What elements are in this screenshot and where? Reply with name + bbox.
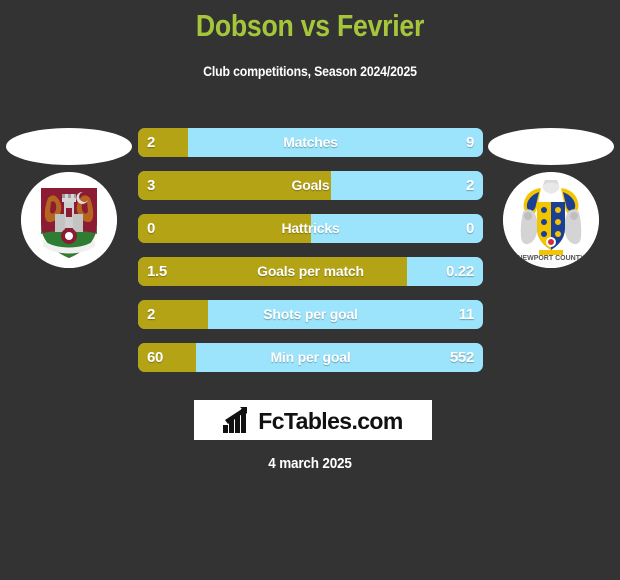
stat-label: Shots per goal (263, 306, 358, 322)
stat-label: Matches (283, 134, 338, 150)
away-value: 2 (465, 177, 474, 194)
stat-label: Min per goal (270, 349, 351, 365)
page-subtitle: Club competitions, Season 2024/2025 (203, 63, 417, 79)
home-player-photo (6, 128, 132, 165)
footer-date: 4 march 2025 (268, 455, 352, 472)
fctables-logo-text: FcTables.com (258, 408, 403, 434)
fctables-logo[interactable]: FcTables.com (194, 400, 432, 440)
table-row: 1.5 Goals per match 0.22 (138, 257, 483, 286)
table-row: 2 Matches 9 (138, 128, 483, 157)
table-row: 2 Shots per goal 11 (138, 300, 483, 329)
stat-label: Goals per match (257, 263, 364, 279)
page-title: Dobson vs Fevrier (195, 8, 425, 43)
home-player-panel (0, 118, 138, 288)
stats-bar-chart: 2 Matches 9 3 Goals 2 0 Hattricks 0 1.5 … (138, 128, 483, 386)
svg-text:NEWPORT COUNTY: NEWPORT COUNTY (517, 255, 585, 262)
stat-label: Goals (291, 177, 330, 193)
away-value: 9 (465, 134, 474, 151)
away-player-panel: NEWPORT COUNTY (482, 118, 620, 288)
away-value: 0.22 (446, 263, 474, 280)
bar-chart-arrow-icon (223, 407, 248, 433)
away-value: 0 (465, 220, 474, 237)
away-player-photo (488, 128, 614, 165)
away-value: 11 (458, 306, 475, 323)
northampton-town-crest (21, 172, 117, 268)
table-row: 0 Hattricks 0 (138, 214, 483, 243)
stat-label: Hattricks (281, 220, 340, 236)
newport-county-crest: NEWPORT COUNTY (503, 172, 599, 268)
away-value: 552 (449, 349, 474, 366)
table-row: 3 Goals 2 (138, 171, 483, 200)
table-row: 60 Min per goal 552 (138, 343, 483, 372)
